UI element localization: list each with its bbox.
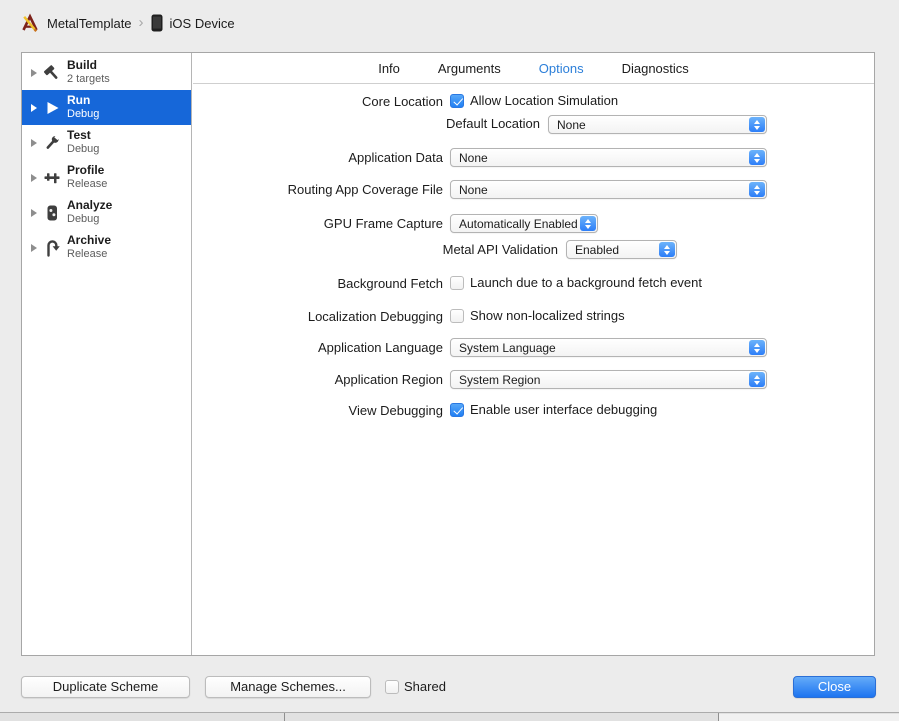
localization-debugging-label: Localization Debugging bbox=[307, 309, 443, 324]
sidebar-item-build[interactable]: Build 2 targets bbox=[22, 55, 191, 90]
disclosure-triangle-icon[interactable] bbox=[31, 68, 37, 77]
hammer-icon bbox=[42, 64, 62, 82]
routing-app-coverage-label: Routing App Coverage File bbox=[287, 182, 443, 197]
disclosure-triangle-icon[interactable] bbox=[31, 138, 37, 147]
stepper-arrows-icon bbox=[659, 242, 675, 257]
tab-info[interactable]: Info bbox=[378, 61, 400, 76]
application-data-label: Application Data bbox=[348, 150, 443, 165]
sidebar-item-label: Archive bbox=[67, 233, 112, 248]
shared-row: Shared bbox=[385, 679, 446, 694]
default-location-select[interactable]: None bbox=[548, 115, 767, 134]
application-language-select[interactable]: System Language bbox=[450, 338, 767, 357]
scheme-name-button[interactable]: MetalTemplate bbox=[47, 16, 132, 31]
sidebar-item-sublabel: Debug bbox=[67, 213, 100, 226]
scheme-editor-sheet: MetalTemplate › iOS Device Build 2 targe… bbox=[0, 0, 899, 721]
breadcrumb-chevron-icon: › bbox=[138, 13, 144, 31]
enable-ui-debugging-checkbox[interactable] bbox=[450, 402, 464, 417]
stepper-arrows-icon bbox=[749, 340, 765, 355]
allow-location-simulation-text: Allow Location Simulation bbox=[470, 93, 619, 108]
sidebar-item-archive[interactable]: Archive Release bbox=[22, 230, 191, 265]
metal-api-validation-select[interactable]: Enabled bbox=[566, 240, 677, 259]
sidebar-item-label: Analyze bbox=[67, 198, 113, 213]
sidebar-item-sublabel: 2 targets bbox=[67, 73, 110, 86]
gpu-frame-capture-label: GPU Frame Capture bbox=[323, 216, 443, 231]
close-button[interactable]: Close bbox=[793, 676, 876, 698]
wrench-icon bbox=[42, 134, 62, 152]
duplicate-scheme-button[interactable]: Duplicate Scheme bbox=[21, 676, 190, 698]
stepper-arrows-icon bbox=[749, 372, 765, 387]
disclosure-triangle-icon[interactable] bbox=[31, 173, 37, 182]
breadcrumb: MetalTemplate › iOS Device bbox=[20, 13, 235, 33]
play-icon bbox=[42, 99, 62, 117]
application-data-select[interactable]: None bbox=[450, 148, 767, 167]
scheme-actions-sidebar: Build 2 targets Run Debug Test Debug Pro… bbox=[22, 53, 192, 655]
disclosure-triangle-icon[interactable] bbox=[31, 243, 37, 252]
enable-ui-debugging-text: Enable user interface debugging bbox=[470, 402, 658, 417]
background-fetch-row: Launch due to a background fetch event bbox=[450, 275, 702, 290]
application-region-select[interactable]: System Region bbox=[450, 370, 767, 389]
default-location-label: Default Location bbox=[446, 116, 540, 131]
view-debugging-row: Enable user interface debugging bbox=[450, 402, 657, 417]
stepper-arrows-icon bbox=[749, 117, 765, 132]
stepper-arrows-icon bbox=[749, 182, 765, 197]
archive-icon bbox=[42, 239, 62, 257]
application-region-label: Application Region bbox=[334, 372, 443, 387]
tab-arguments[interactable]: Arguments bbox=[438, 61, 501, 76]
background-window-edge bbox=[0, 712, 899, 721]
allow-location-simulation-row: Allow Location Simulation bbox=[450, 93, 618, 108]
background-fetch-label: Background Fetch bbox=[337, 276, 443, 291]
stepper-arrows-icon bbox=[580, 216, 596, 231]
background-fetch-checkbox[interactable] bbox=[450, 275, 464, 290]
localization-debugging-row: Show non-localized strings bbox=[450, 308, 625, 323]
meter-icon bbox=[42, 204, 62, 222]
sidebar-item-sublabel: Release bbox=[67, 178, 108, 191]
sidebar-item-sublabel: Debug bbox=[67, 108, 100, 121]
scheme-editor-panel: Build 2 targets Run Debug Test Debug Pro… bbox=[21, 52, 875, 656]
xcode-app-icon bbox=[20, 13, 40, 33]
sidebar-item-run[interactable]: Run Debug bbox=[22, 90, 191, 125]
core-location-label: Core Location bbox=[362, 94, 443, 109]
tab-bar: Info Arguments Options Diagnostics bbox=[193, 53, 874, 84]
sidebar-item-sublabel: Release bbox=[67, 248, 108, 261]
caliper-icon bbox=[42, 169, 62, 187]
sidebar-item-test[interactable]: Test Debug bbox=[22, 125, 191, 160]
manage-schemes-button[interactable]: Manage Schemes... bbox=[205, 676, 371, 698]
sidebar-item-sublabel: Debug bbox=[67, 143, 100, 156]
ios-device-icon bbox=[151, 14, 163, 32]
sidebar-item-label: Build bbox=[67, 58, 97, 73]
shared-label: Shared bbox=[404, 679, 446, 694]
sidebar-item-label: Profile bbox=[67, 163, 105, 178]
tab-options[interactable]: Options bbox=[539, 61, 584, 76]
view-debugging-label: View Debugging bbox=[348, 403, 443, 418]
disclosure-triangle-icon[interactable] bbox=[31, 103, 37, 112]
sidebar-item-label: Test bbox=[67, 128, 91, 143]
shared-checkbox[interactable] bbox=[385, 679, 399, 694]
gpu-frame-capture-select[interactable]: Automatically Enabled bbox=[450, 214, 598, 233]
background-fetch-text: Launch due to a background fetch event bbox=[470, 275, 703, 290]
sidebar-item-profile[interactable]: Profile Release bbox=[22, 160, 191, 195]
show-non-localized-strings-text: Show non-localized strings bbox=[470, 308, 625, 323]
stepper-arrows-icon bbox=[749, 150, 765, 165]
sidebar-item-analyze[interactable]: Analyze Debug bbox=[22, 195, 191, 230]
disclosure-triangle-icon[interactable] bbox=[31, 208, 37, 217]
tab-diagnostics[interactable]: Diagnostics bbox=[622, 61, 689, 76]
destination-button[interactable]: iOS Device bbox=[170, 16, 235, 31]
show-non-localized-strings-checkbox[interactable] bbox=[450, 308, 464, 323]
allow-location-simulation-checkbox[interactable] bbox=[450, 93, 464, 108]
application-language-label: Application Language bbox=[317, 340, 443, 355]
routing-app-coverage-select[interactable]: None bbox=[450, 180, 767, 199]
sidebar-item-label: Run bbox=[67, 93, 91, 108]
metal-api-validation-label: Metal API Validation bbox=[442, 242, 558, 257]
